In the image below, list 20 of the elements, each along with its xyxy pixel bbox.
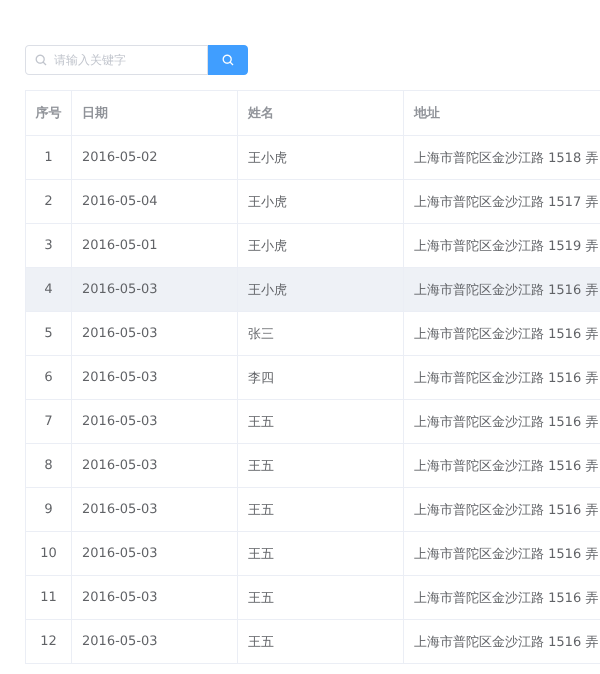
table-row[interactable]: 8 2016-05-03 王五 上海市普陀区金沙江路 1516 弄 (26, 444, 600, 488)
table-row[interactable]: 6 2016-05-03 李四 上海市普陀区金沙江路 1516 弄 (26, 356, 600, 400)
table-row[interactable]: 2 2016-05-04 王小虎 上海市普陀区金沙江路 1517 弄 (26, 180, 600, 224)
table-cell: 2016-05-03 (72, 620, 238, 664)
search-icon (222, 54, 234, 66)
table-row[interactable]: 10 2016-05-03 王五 上海市普陀区金沙江路 1516 弄 (26, 532, 600, 576)
table-cell: 12 (26, 620, 72, 664)
search-icon (35, 54, 47, 66)
table-cell: 王五 (238, 620, 404, 664)
table-row[interactable]: 7 2016-05-03 王五 上海市普陀区金沙江路 1516 弄 (26, 400, 600, 444)
search-button[interactable] (208, 45, 248, 75)
table-row[interactable]: 3 2016-05-01 王小虎 上海市普陀区金沙江路 1519 弄 (26, 224, 600, 268)
search-field[interactable]: 请输入关键字 (25, 45, 208, 75)
table-row[interactable]: 9 2016-05-03 王五 上海市普陀区金沙江路 1516 弄 (26, 488, 600, 532)
table-row[interactable]: 1 2016-05-02 王小虎 上海市普陀区金沙江路 1518 弄 (26, 136, 600, 180)
table-row[interactable]: 12 2016-05-03 王五 上海市普陀区金沙江路 1516 弄 (26, 620, 600, 664)
table-row[interactable]: 11 2016-05-03 王五 上海市普陀区金沙江路 1516 弄 (26, 576, 600, 620)
table-cell: 上海市普陀区金沙江路 1516 弄 (404, 620, 600, 664)
table-row[interactable]: 4 2016-05-03 王小虎 上海市普陀区金沙江路 1516 弄 (26, 268, 600, 312)
table-row[interactable]: 5 2016-05-03 张三 上海市普陀区金沙江路 1516 弄 (26, 312, 600, 356)
